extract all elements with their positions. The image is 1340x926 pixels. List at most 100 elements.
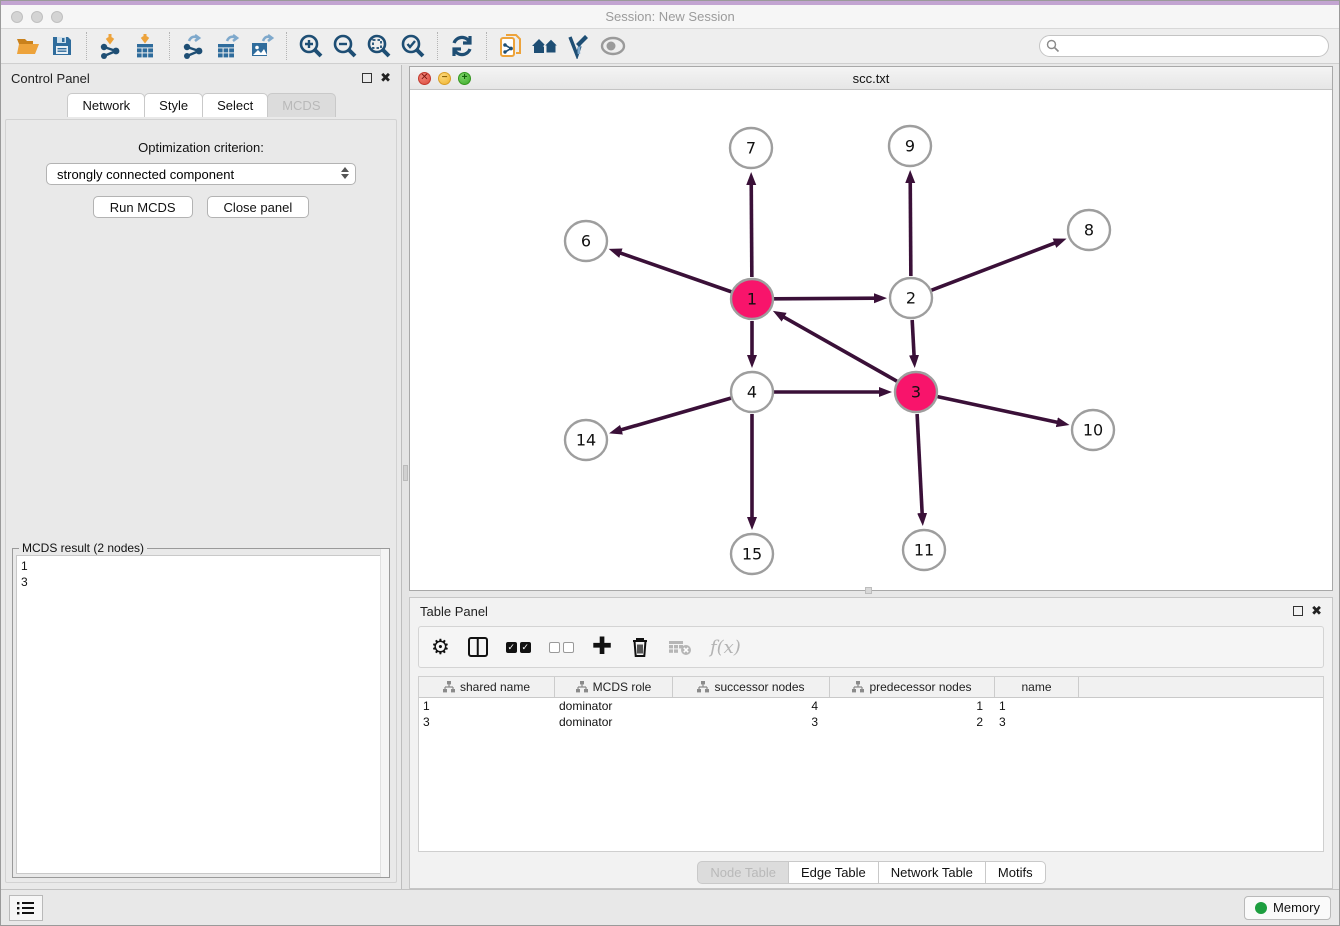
- memory-button[interactable]: Memory: [1244, 896, 1331, 920]
- graph-node-label-1: 1: [747, 290, 757, 309]
- table-row[interactable]: 3 dominator 3 2 3: [419, 714, 1323, 730]
- tab-edge-table[interactable]: Edge Table: [788, 861, 879, 884]
- graph-node-label-9: 9: [905, 137, 915, 156]
- tab-motifs[interactable]: Motifs: [985, 861, 1046, 884]
- apply-layout-icon[interactable]: [445, 31, 479, 61]
- result-scrollbar[interactable]: [380, 549, 389, 877]
- tab-mcds[interactable]: MCDS: [267, 93, 335, 117]
- graphics-details-icon[interactable]: [596, 31, 630, 61]
- float-panel-icon[interactable]: [362, 73, 372, 83]
- graph-edge-2-9[interactable]: [910, 181, 911, 276]
- create-column-icon[interactable]: ✚: [592, 637, 612, 657]
- tab-network-table[interactable]: Network Table: [878, 861, 986, 884]
- network-canvas[interactable]: 7968124314101511: [410, 90, 1332, 590]
- window-title: Session: New Session: [1, 9, 1339, 24]
- tab-style[interactable]: Style: [144, 93, 203, 117]
- clone-network-icon[interactable]: [494, 31, 528, 61]
- function-builder-icon: f(x): [710, 637, 741, 658]
- column-header-successor-nodes[interactable]: successor nodes: [673, 677, 830, 697]
- import-network-icon[interactable]: [94, 31, 128, 61]
- graph-node-label-11: 11: [914, 541, 934, 560]
- network-window-titlebar[interactable]: ✕ − + scc.txt: [410, 67, 1332, 90]
- graph-edge-2-3[interactable]: [912, 320, 914, 357]
- criterion-dropdown[interactable]: strongly connected component: [46, 163, 356, 185]
- open-session-icon[interactable]: [11, 31, 45, 61]
- task-manager-button[interactable]: [9, 895, 43, 921]
- graph-edge-3-1[interactable]: [782, 316, 896, 381]
- criterion-value: strongly connected component: [57, 167, 234, 182]
- graph-edge-3-11[interactable]: [917, 414, 922, 515]
- dropdown-stepper-icon: [341, 167, 349, 179]
- mcds-panel-body: Optimization criterion: strongly connect…: [5, 119, 397, 883]
- save-session-icon[interactable]: [45, 31, 79, 61]
- graph-node-label-7: 7: [746, 139, 756, 158]
- close-panel-icon[interactable]: ✖: [380, 73, 391, 83]
- main-toolbar: [1, 29, 1339, 64]
- optimization-criterion-label: Optimization criterion:: [6, 140, 396, 155]
- first-neighbors-icon[interactable]: [528, 31, 562, 61]
- mcds-result-group: MCDS result (2 nodes) 1 3: [12, 548, 390, 878]
- control-panel-title: Control Panel: [11, 71, 90, 86]
- export-table-icon[interactable]: [211, 31, 245, 61]
- close-panel-button[interactable]: Close panel: [207, 196, 310, 218]
- view-resize-grip[interactable]: [865, 587, 872, 594]
- node-table: shared name MCDS role successor nodes pr…: [418, 676, 1324, 852]
- tab-network[interactable]: Network: [67, 93, 145, 117]
- table-row[interactable]: 1 dominator 4 1 1: [419, 698, 1323, 714]
- zoom-in-icon[interactable]: [294, 31, 328, 61]
- toolbar-separator: [437, 32, 438, 60]
- tab-select[interactable]: Select: [202, 93, 268, 117]
- graph-edge-2-8[interactable]: [932, 242, 1057, 290]
- graph-edge-4-14[interactable]: [620, 398, 731, 430]
- search-input[interactable]: [1039, 35, 1329, 57]
- graph-edge-3-10[interactable]: [938, 397, 1059, 423]
- panel-splitter[interactable]: [401, 65, 409, 889]
- column-header-mcds-role[interactable]: MCDS role: [555, 677, 673, 697]
- mcds-result-text[interactable]: 1 3: [16, 555, 386, 874]
- toolbar-separator: [169, 32, 170, 60]
- network-view-title: scc.txt: [410, 71, 1332, 86]
- export-network-icon[interactable]: [177, 31, 211, 61]
- column-header-shared-name[interactable]: shared name: [419, 677, 555, 697]
- run-mcds-button[interactable]: Run MCDS: [93, 196, 193, 218]
- graph-node-label-3: 3: [911, 383, 921, 402]
- column-header-predecessor-nodes[interactable]: predecessor nodes: [830, 677, 995, 697]
- memory-label: Memory: [1273, 900, 1320, 915]
- search-field: [1039, 35, 1329, 57]
- table-settings-icon[interactable]: ⚙: [431, 635, 450, 659]
- export-image-icon[interactable]: [245, 31, 279, 61]
- graph-edge-1-7[interactable]: [751, 183, 752, 277]
- graph-node-label-15: 15: [742, 545, 762, 564]
- graph-node-label-2: 2: [906, 289, 916, 308]
- import-table-icon[interactable]: [128, 31, 162, 61]
- zoom-selected-icon[interactable]: [396, 31, 430, 61]
- graph-node-label-8: 8: [1084, 221, 1094, 240]
- select-all-columns-icon[interactable]: ✓✓: [506, 642, 531, 653]
- column-header-name[interactable]: name: [995, 677, 1079, 697]
- unselect-all-columns-icon[interactable]: [549, 642, 574, 653]
- titlebar: Session: New Session: [1, 5, 1339, 29]
- float-table-panel-icon[interactable]: [1293, 606, 1303, 616]
- graph-node-label-4: 4: [747, 383, 757, 402]
- table-panel-title: Table Panel: [420, 604, 488, 619]
- graph-edge-1-6[interactable]: [619, 253, 731, 292]
- zoom-out-icon[interactable]: [328, 31, 362, 61]
- delete-column-icon[interactable]: [630, 636, 650, 658]
- table-header-row: shared name MCDS role successor nodes pr…: [419, 677, 1323, 698]
- vizmap-icon[interactable]: [562, 31, 596, 61]
- mcds-result-title: MCDS result (2 nodes): [19, 541, 147, 555]
- close-table-panel-icon[interactable]: ✖: [1311, 606, 1322, 616]
- show-columns-icon[interactable]: [468, 637, 488, 657]
- graph-node-label-10: 10: [1083, 421, 1103, 440]
- graph-edge-1-2[interactable]: [774, 298, 876, 299]
- tab-node-table[interactable]: Node Table: [697, 861, 789, 884]
- toolbar-separator: [286, 32, 287, 60]
- table-panel: Table Panel ✖ ⚙ ✓✓ ✚ f(x) shared name MC…: [409, 597, 1333, 889]
- fit-content-icon[interactable]: [362, 31, 396, 61]
- control-panel-tabs: Network Style Select MCDS: [1, 93, 401, 117]
- network-graph[interactable]: 7968124314101511: [410, 90, 1332, 590]
- splitter-handle[interactable]: [403, 465, 408, 481]
- delete-table-icon: [668, 638, 692, 656]
- network-view-window: ✕ − + scc.txt 7968124314101511: [409, 66, 1333, 591]
- table-toolbar: ⚙ ✓✓ ✚ f(x): [418, 626, 1324, 668]
